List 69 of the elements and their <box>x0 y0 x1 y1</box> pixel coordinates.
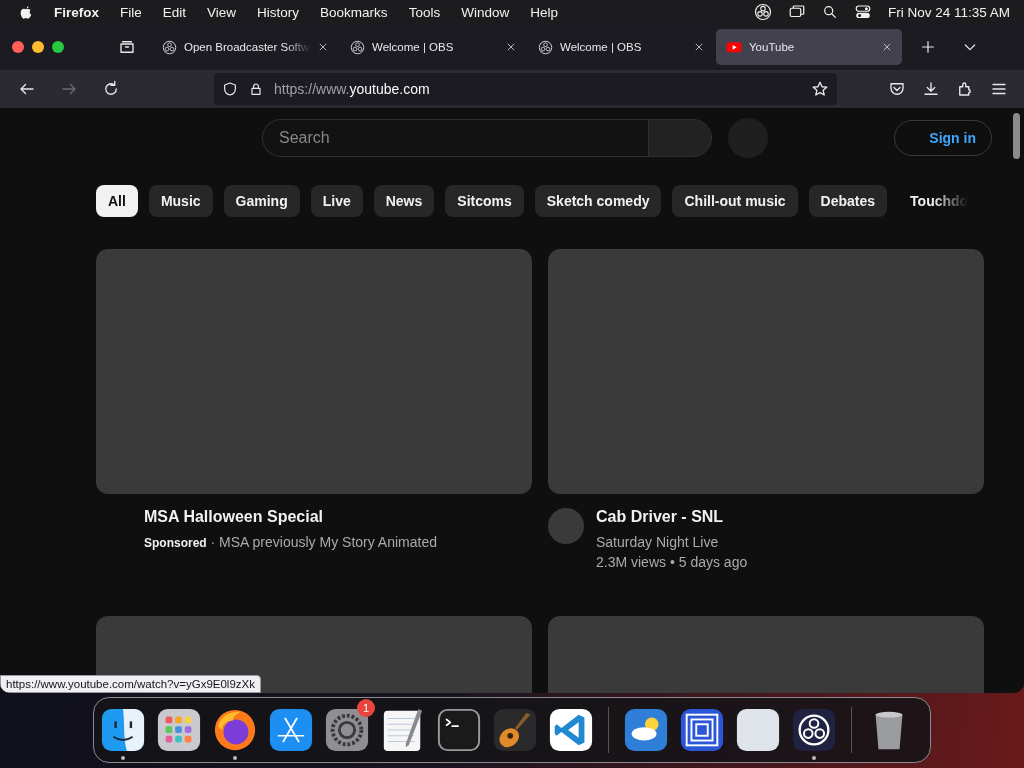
menu-item[interactable]: History <box>257 4 300 20</box>
guitar-icon[interactable] <box>492 707 538 753</box>
filter-chip[interactable]: Music <box>148 185 213 217</box>
lock-icon <box>248 81 264 97</box>
video-thumbnail[interactable] <box>548 249 984 494</box>
address-bar[interactable]: https://www.youtube.com <box>214 73 837 105</box>
code-editor-icon[interactable] <box>548 707 594 753</box>
launchpad-icon[interactable] <box>156 707 202 753</box>
finder-icon <box>100 707 146 753</box>
filter-chip[interactable]: All <box>96 185 138 217</box>
pocket-icon <box>888 80 906 98</box>
minimize-window-button[interactable] <box>32 41 44 53</box>
apple-icon <box>18 4 34 20</box>
plus-icon <box>920 39 936 55</box>
video-title[interactable]: Cab Driver - SNL <box>596 508 748 526</box>
youtube-icon <box>726 39 742 55</box>
app-menu[interactable]: Firefox <box>54 4 99 20</box>
video-thumbnail[interactable] <box>96 249 532 494</box>
puzzle-piece-icon <box>956 80 974 98</box>
filter-chip[interactable]: Live <box>310 185 363 217</box>
menu-item[interactable]: Edit <box>162 4 187 20</box>
filter-chip[interactable]: News <box>373 185 435 217</box>
scrollbar-thumb[interactable] <box>1013 113 1020 159</box>
menu-item[interactable]: File <box>120 4 142 20</box>
app-store-icon[interactable] <box>268 707 314 753</box>
menu-item[interactable]: Tools <box>408 4 441 20</box>
star-icon <box>811 80 829 98</box>
obs-icon <box>162 39 177 55</box>
menu-bar-clock[interactable]: Fri Nov 24 11:35 AM <box>887 4 1010 20</box>
browser-tab[interactable]: Welcome | OBS <box>340 29 526 65</box>
obs-icon <box>791 707 837 753</box>
blank-app-icon[interactable] <box>735 707 781 753</box>
obs-status-icon <box>753 3 772 21</box>
filter-chip[interactable]: Sitcoms <box>445 185 524 217</box>
filter-chip[interactable]: Sketch comedy <box>534 185 662 217</box>
close-icon <box>318 42 328 52</box>
search-field[interactable]: Search <box>262 119 648 157</box>
video-title[interactable]: MSA Halloween Special <box>144 508 437 526</box>
control-center-icon <box>853 3 872 21</box>
browser-tab[interactable]: Welcome | OBS <box>528 29 714 65</box>
notification-badge: 1 <box>357 699 375 717</box>
filter-chip[interactable]: Chill-out music <box>672 185 798 217</box>
menu-item[interactable]: Help <box>530 4 558 20</box>
tray-icon <box>118 38 136 56</box>
filter-chip[interactable]: Debates <box>808 185 888 217</box>
menu-item[interactable]: View <box>207 4 237 20</box>
video-stats: 2.3M views • 5 days ago <box>596 554 748 570</box>
search-icon <box>821 4 838 20</box>
menu-item[interactable]: Bookmarks <box>320 4 388 20</box>
channel-name[interactable]: Saturday Night Live <box>596 534 748 550</box>
concentric-squares-icon[interactable] <box>679 707 725 753</box>
shield-icon <box>222 81 238 97</box>
firefox-icon <box>212 707 258 753</box>
obs-icon <box>350 39 365 55</box>
reload-icon <box>102 80 120 98</box>
weather-icon[interactable] <box>623 707 669 753</box>
close-icon <box>882 42 892 52</box>
terminal-icon[interactable] <box>436 707 482 753</box>
close-window-button[interactable] <box>12 41 24 53</box>
menu-item[interactable]: Window <box>461 4 510 20</box>
maximize-window-button[interactable] <box>52 41 64 53</box>
filter-chip[interactable]: Gaming <box>223 185 300 217</box>
download-icon <box>922 80 940 98</box>
obs-icon <box>538 39 553 55</box>
close-icon <box>694 42 704 52</box>
browser-tab[interactable]: YouTube <box>716 29 902 65</box>
link-status-tooltip: https://www.youtube.com/watch?v=yGx9E0l9zXk <box>0 675 261 693</box>
ad-byline: Sponsored · MSA previously My Story Animated <box>144 534 437 550</box>
close-icon <box>506 42 516 52</box>
